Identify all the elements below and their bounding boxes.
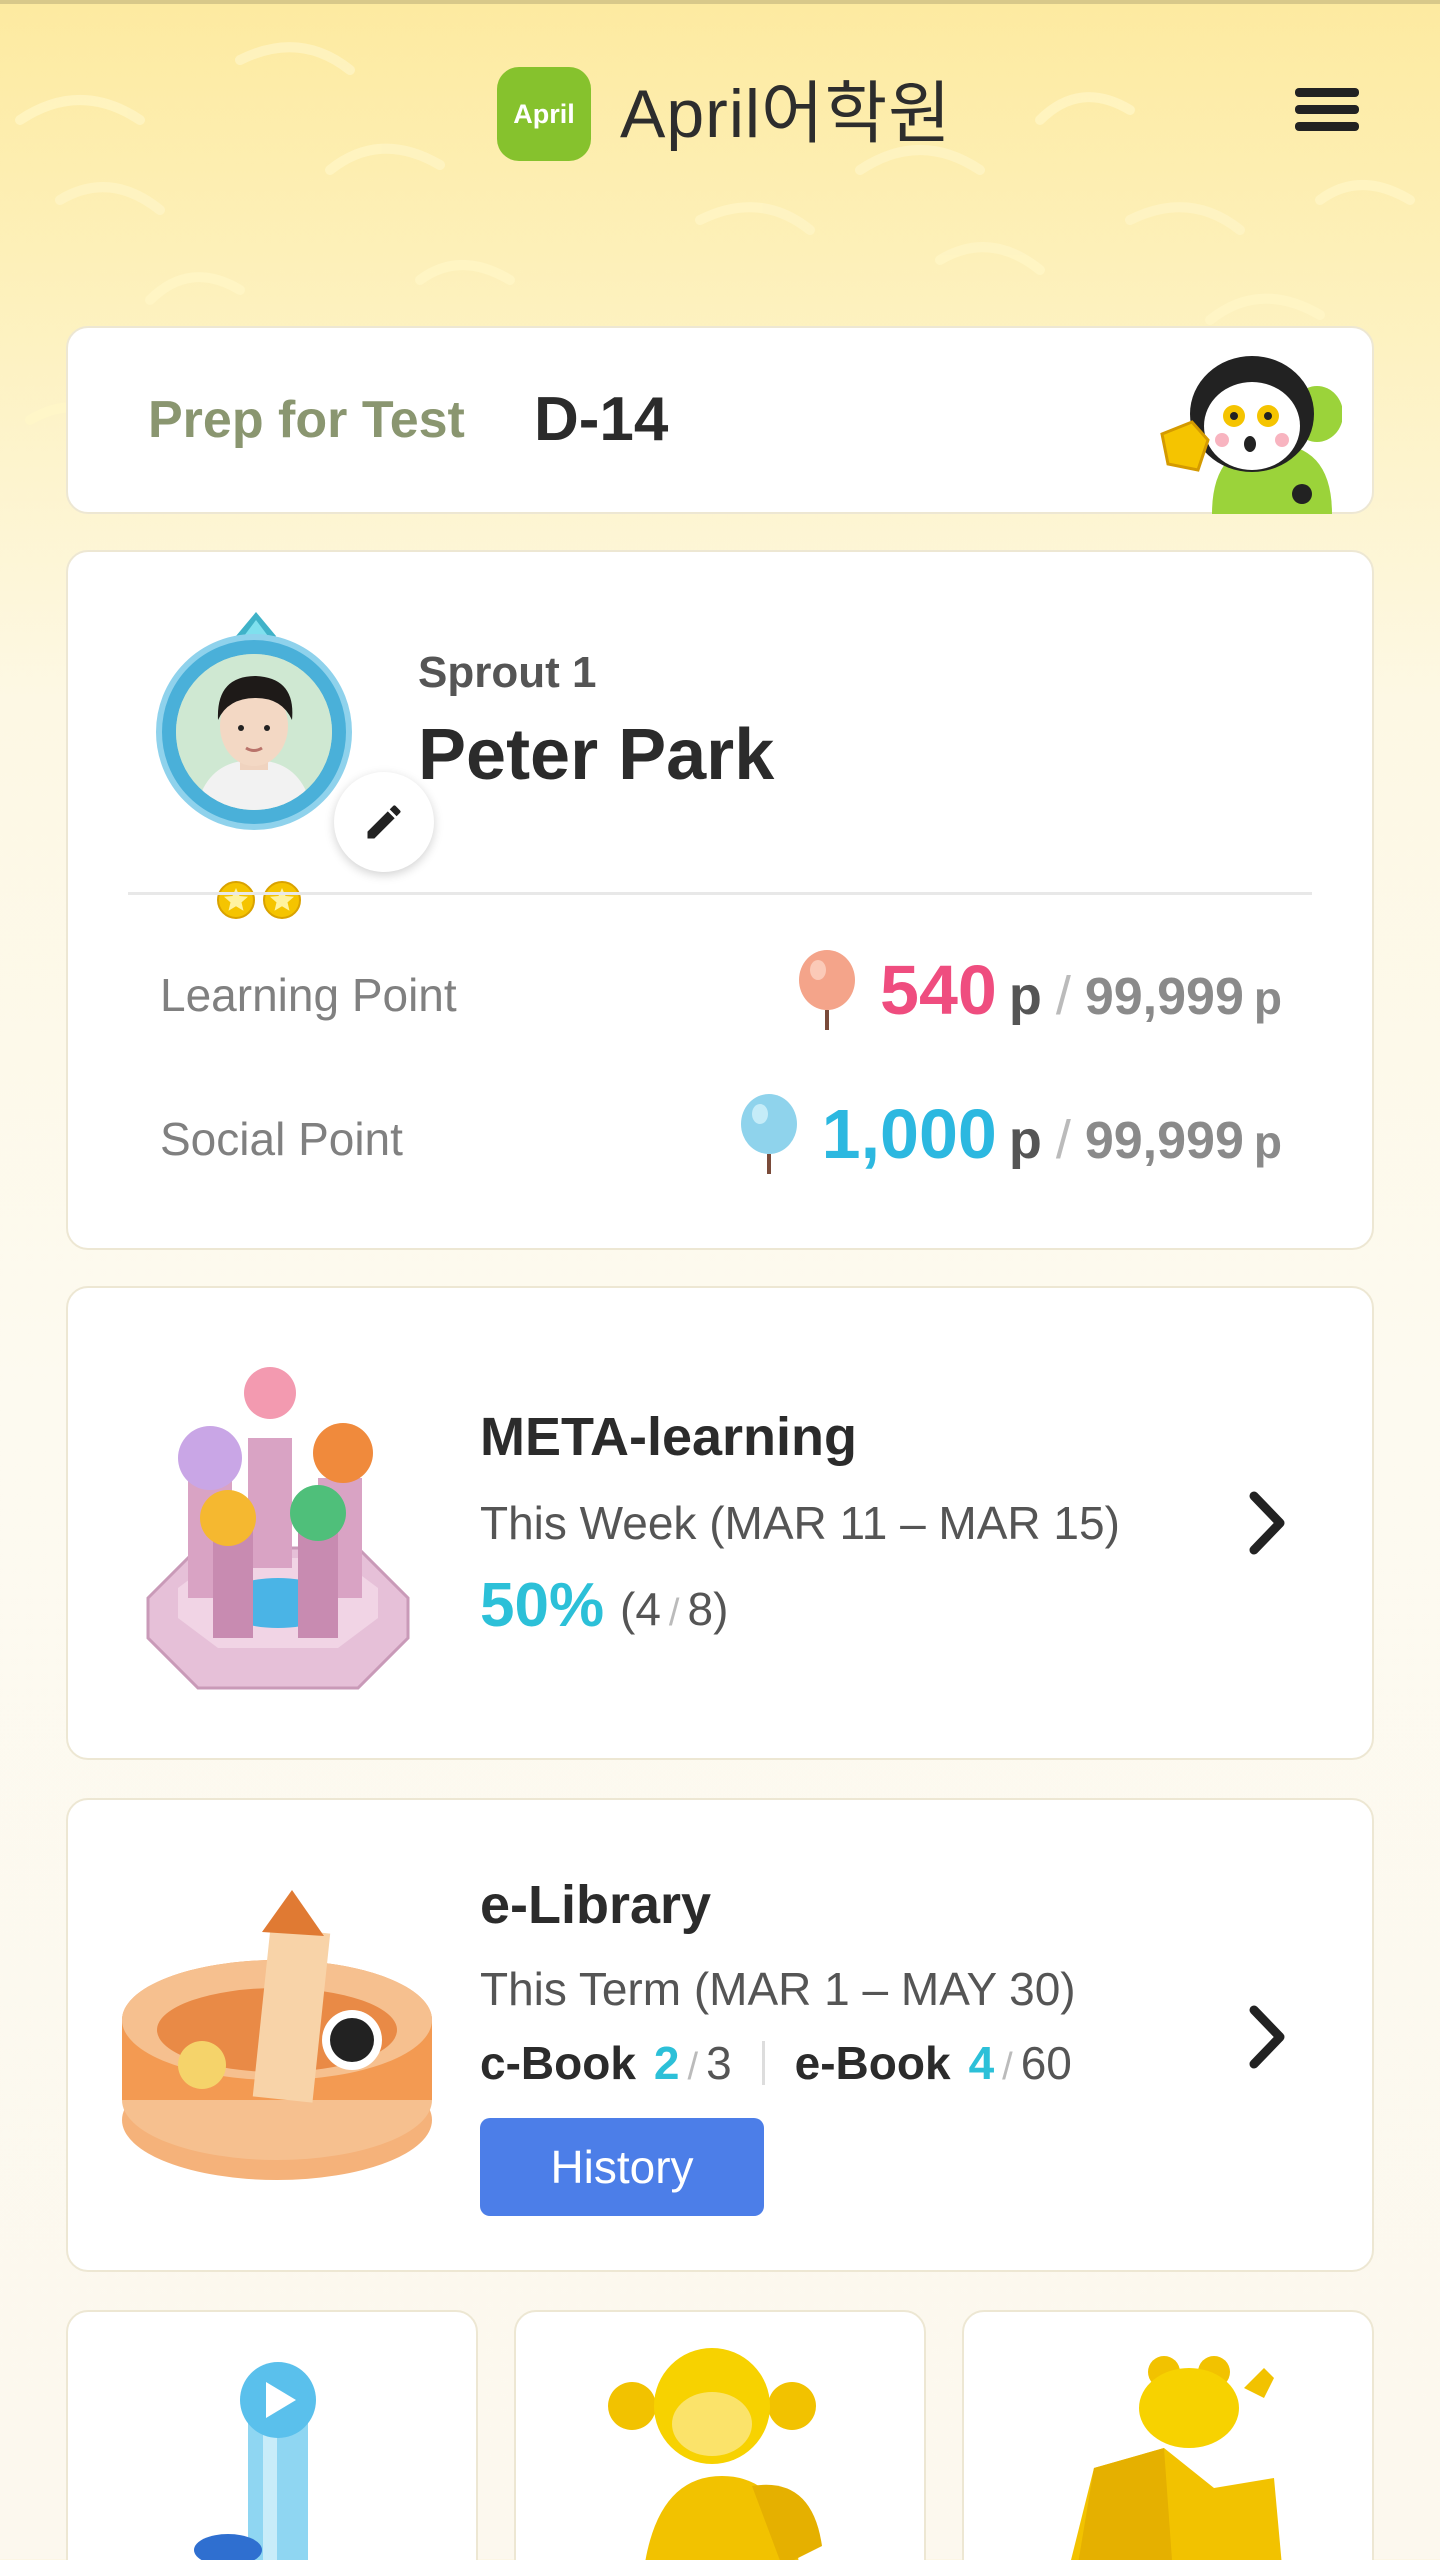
social-point-unit: p (1008, 1110, 1042, 1170)
e-library-card[interactable]: e-Library This Term (MAR 1 – MAY 30) c-B… (66, 1798, 1374, 2272)
book-counts: c-Book 2 / 3 e-Book 4 / 60 (480, 2037, 1072, 2089)
user-name: Peter Park (418, 715, 775, 795)
brand-logo: April (497, 67, 591, 161)
chevron-right-icon[interactable] (1242, 1488, 1292, 1558)
e-library-title: e-Library (480, 1875, 712, 1935)
profile-card: Sprout 1 Peter Park Learning Point 540 p… (66, 550, 1374, 1250)
social-point-max-unit: p (1253, 1116, 1282, 1168)
trophy-monkey-card[interactable] (514, 2310, 926, 2560)
star-icon (217, 881, 255, 919)
learning-point-row: Learning Point 540 p / 99,999 p (160, 950, 1282, 1030)
learning-point-max-unit: p (1253, 972, 1282, 1024)
learning-point-label: Learning Point (160, 969, 457, 1021)
cbook-total: 3 (706, 2037, 732, 2089)
pencil-icon (367, 805, 401, 839)
rank-stars (216, 880, 302, 920)
star-icon (263, 881, 301, 919)
cbook-label: c-Book (480, 2037, 636, 2089)
separator (761, 2041, 765, 2085)
meta-learning-title: META-learning (480, 1407, 857, 1467)
meta-learning-done: 4 (635, 1583, 661, 1635)
social-point-max: 99,999 (1084, 1112, 1244, 1170)
user-level: Sprout 1 (418, 648, 597, 697)
test-prep-label: Prep for Test (148, 391, 465, 449)
meta-learning-percent: 50% (480, 1571, 605, 1640)
ebook-label: e-Book (794, 2037, 951, 2089)
gold-monkey-trophy-icon (608, 2348, 822, 2560)
play-tower-icon (194, 2362, 316, 2560)
slash: / (1055, 966, 1071, 1026)
meta-learning-card[interactable]: META-learning This Week (MAR 11 – MAR 15… (66, 1286, 1374, 1760)
slash: / (1055, 1110, 1071, 1170)
avatar (176, 654, 332, 810)
test-prep-card: Prep for Test D-14 (66, 326, 1374, 514)
brand-name: April어학원 (620, 76, 952, 152)
trophy-frog-card[interactable] (962, 2310, 1374, 2560)
social-point-value: 1,000 (821, 1095, 997, 1173)
learning-point-max: 99,999 (1084, 968, 1244, 1026)
social-point-row: Social Point 1,000 p / 99,999 p (160, 1094, 1282, 1174)
hamburger-menu-icon[interactable] (1295, 88, 1359, 140)
avatar-frame (156, 612, 434, 919)
blue-balloon-icon (740, 1094, 797, 1174)
gold-frog-trophy-icon (1071, 2356, 1282, 2560)
e-library-period: This Term (MAR 1 – MAY 30) (480, 1963, 1076, 2015)
tower-card[interactable] (66, 2310, 478, 2560)
cbook-done: 2 (653, 2037, 680, 2089)
learning-point-unit: p (1008, 966, 1042, 1026)
monkey-mascot-icon (1160, 356, 1342, 514)
chevron-right-icon[interactable] (1242, 2002, 1292, 2072)
pink-balloon-icon (799, 950, 856, 1030)
meta-learning-period: This Week (MAR 11 – MAR 15) (480, 1497, 1120, 1549)
test-countdown: D-14 (534, 385, 669, 454)
meta-learning-progress-detail: (4/8) (620, 1583, 729, 1635)
divider (128, 892, 1312, 895)
learning-point-value: 540 (880, 951, 997, 1029)
history-button[interactable]: History (480, 2118, 764, 2216)
ebook-total: 60 (1020, 2037, 1072, 2089)
e-library-illustration-icon (122, 1890, 432, 2180)
social-point-label: Social Point (160, 1113, 403, 1165)
app-header: April April어학원 (0, 0, 1440, 230)
meta-learning-total: 8 (687, 1583, 714, 1635)
ebook-done: 4 (968, 2037, 995, 2089)
meta-learning-illustration-icon (146, 1367, 410, 1690)
